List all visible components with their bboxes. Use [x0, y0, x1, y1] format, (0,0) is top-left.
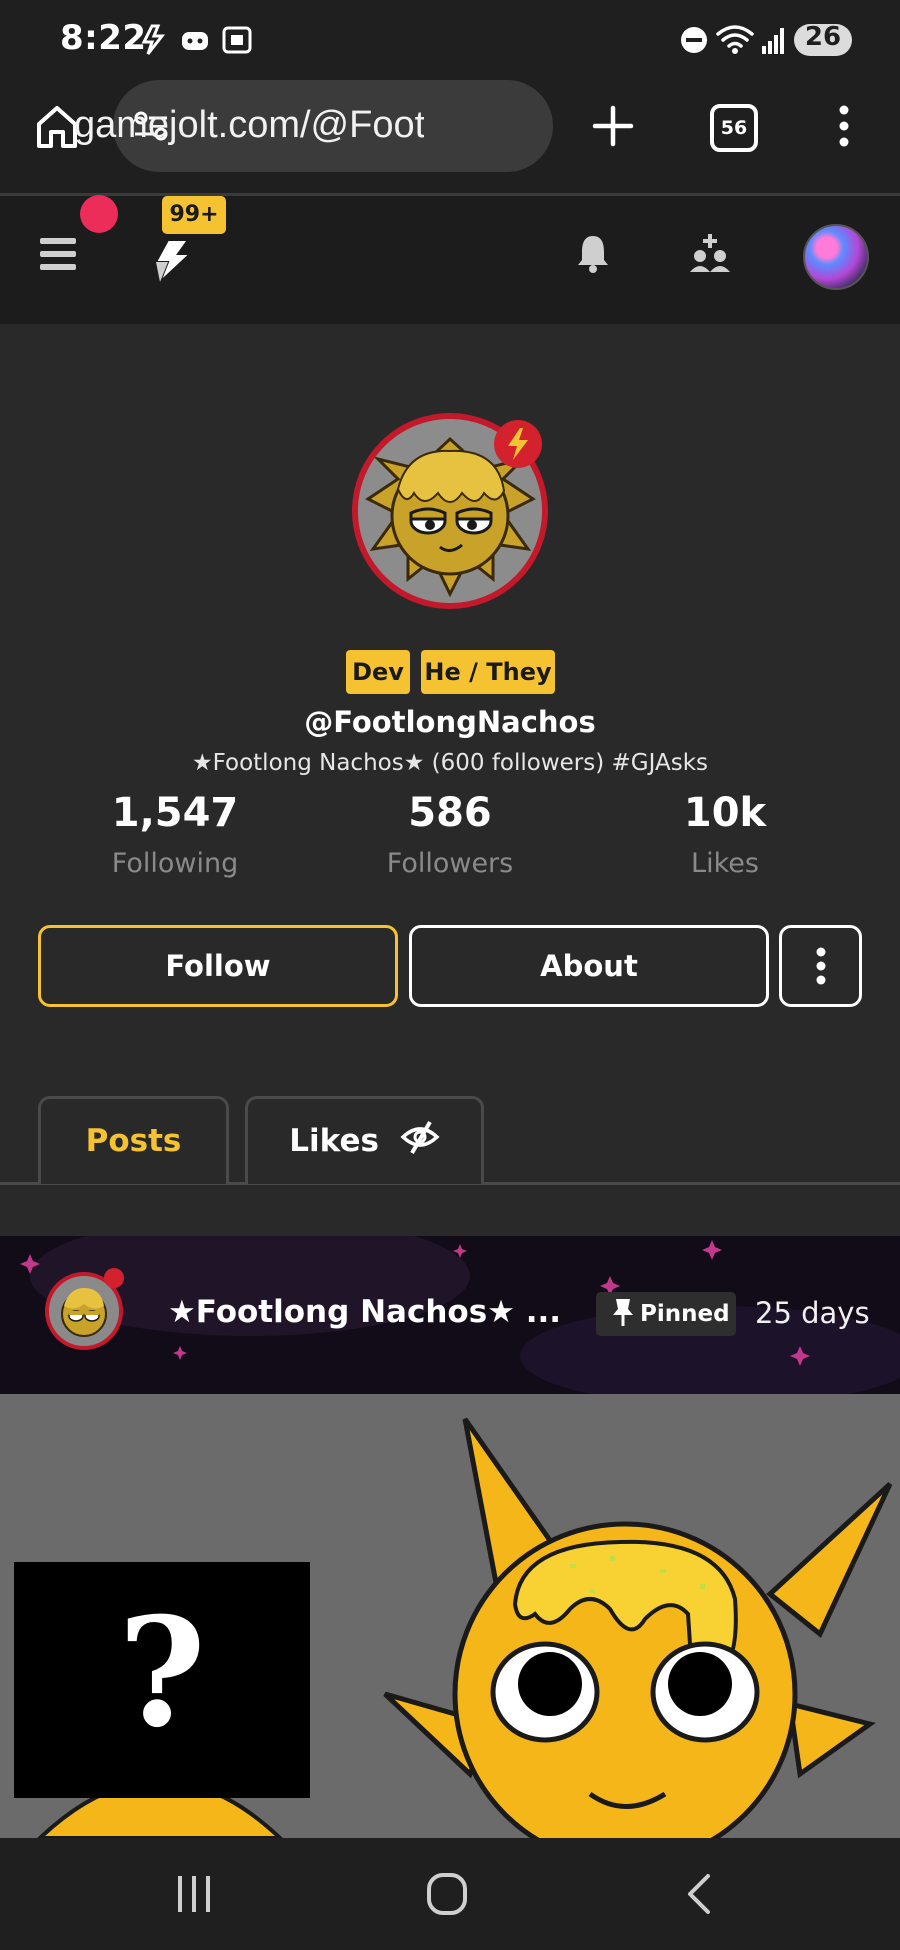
discord-icon	[182, 32, 208, 50]
status-notification-icons	[141, 24, 252, 55]
tab-posts-label: Posts	[85, 1123, 182, 1159]
pinned-label: Pinned	[640, 1301, 730, 1327]
more-vertical-icon	[816, 947, 825, 985]
friend-requests-icon[interactable]	[688, 232, 732, 274]
more-options-button[interactable]	[779, 925, 862, 1007]
url-text[interactable]: gamejolt.com/@FootlongNachos	[74, 104, 424, 147]
question-mark: ?	[118, 1585, 206, 1761]
following-label[interactable]: Following	[65, 848, 285, 879]
system-nav-bar	[0, 1838, 900, 1950]
followers-count[interactable]: 586	[340, 790, 560, 836]
profile-bio: ★Footlong Nachos★ (600 followers) #GJAsk…	[191, 750, 709, 776]
screenshot-icon	[222, 26, 252, 54]
notification-dot	[80, 195, 118, 233]
pin-icon	[613, 1299, 633, 1326]
browser-toolbar: gamejolt.com/@FootlongNachos 56	[0, 80, 900, 196]
wifi-icon	[716, 25, 754, 48]
tab-likes-label: Likes	[289, 1123, 379, 1159]
back-nav-icon[interactable]	[684, 1872, 714, 1916]
home-nav-icon[interactable]	[426, 1872, 468, 1916]
app-header	[0, 196, 900, 324]
followers-label[interactable]: Followers	[340, 848, 560, 879]
post-author-bolt-icon	[104, 1268, 124, 1288]
tag-dev: Dev	[346, 650, 410, 694]
activity-count-badge: 99+	[162, 196, 226, 234]
follow-button[interactable]: Follow	[38, 925, 398, 1007]
tag-pronouns: He / They	[421, 650, 555, 694]
tab-switcher-button[interactable]: 56	[710, 104, 758, 152]
tab-posts[interactable]: Posts	[38, 1096, 229, 1184]
gamejolt-logo-icon[interactable]	[148, 238, 194, 284]
hamburger-menu-icon[interactable]	[40, 236, 78, 272]
likes-count[interactable]: 10k	[615, 790, 835, 836]
post-title[interactable]: ★Footlong Nachos★ ...	[168, 1294, 561, 1330]
new-tab-icon[interactable]	[591, 104, 635, 148]
recent-apps-icon[interactable]	[176, 1874, 212, 1914]
battery-level: 26	[804, 22, 842, 52]
profile-username: @FootlongNachos	[304, 705, 596, 739]
pinned-badge: Pinned	[596, 1292, 736, 1336]
tab-likes[interactable]: Likes	[245, 1096, 484, 1184]
post-time: 25 days	[755, 1296, 870, 1330]
signal-icon	[762, 28, 784, 54]
notifications-bell-icon[interactable]	[576, 232, 610, 274]
browser-menu-icon[interactable]	[832, 102, 856, 150]
dnd-icon	[681, 27, 707, 53]
bolt-badge-icon	[494, 420, 542, 468]
about-button[interactable]: About	[409, 925, 769, 1007]
hidden-eye-icon	[400, 1120, 440, 1155]
likes-label[interactable]: Likes	[615, 848, 835, 879]
following-count[interactable]: 1,547	[65, 790, 285, 836]
status-time: 8:22	[60, 18, 147, 58]
user-avatar[interactable]	[803, 224, 869, 290]
